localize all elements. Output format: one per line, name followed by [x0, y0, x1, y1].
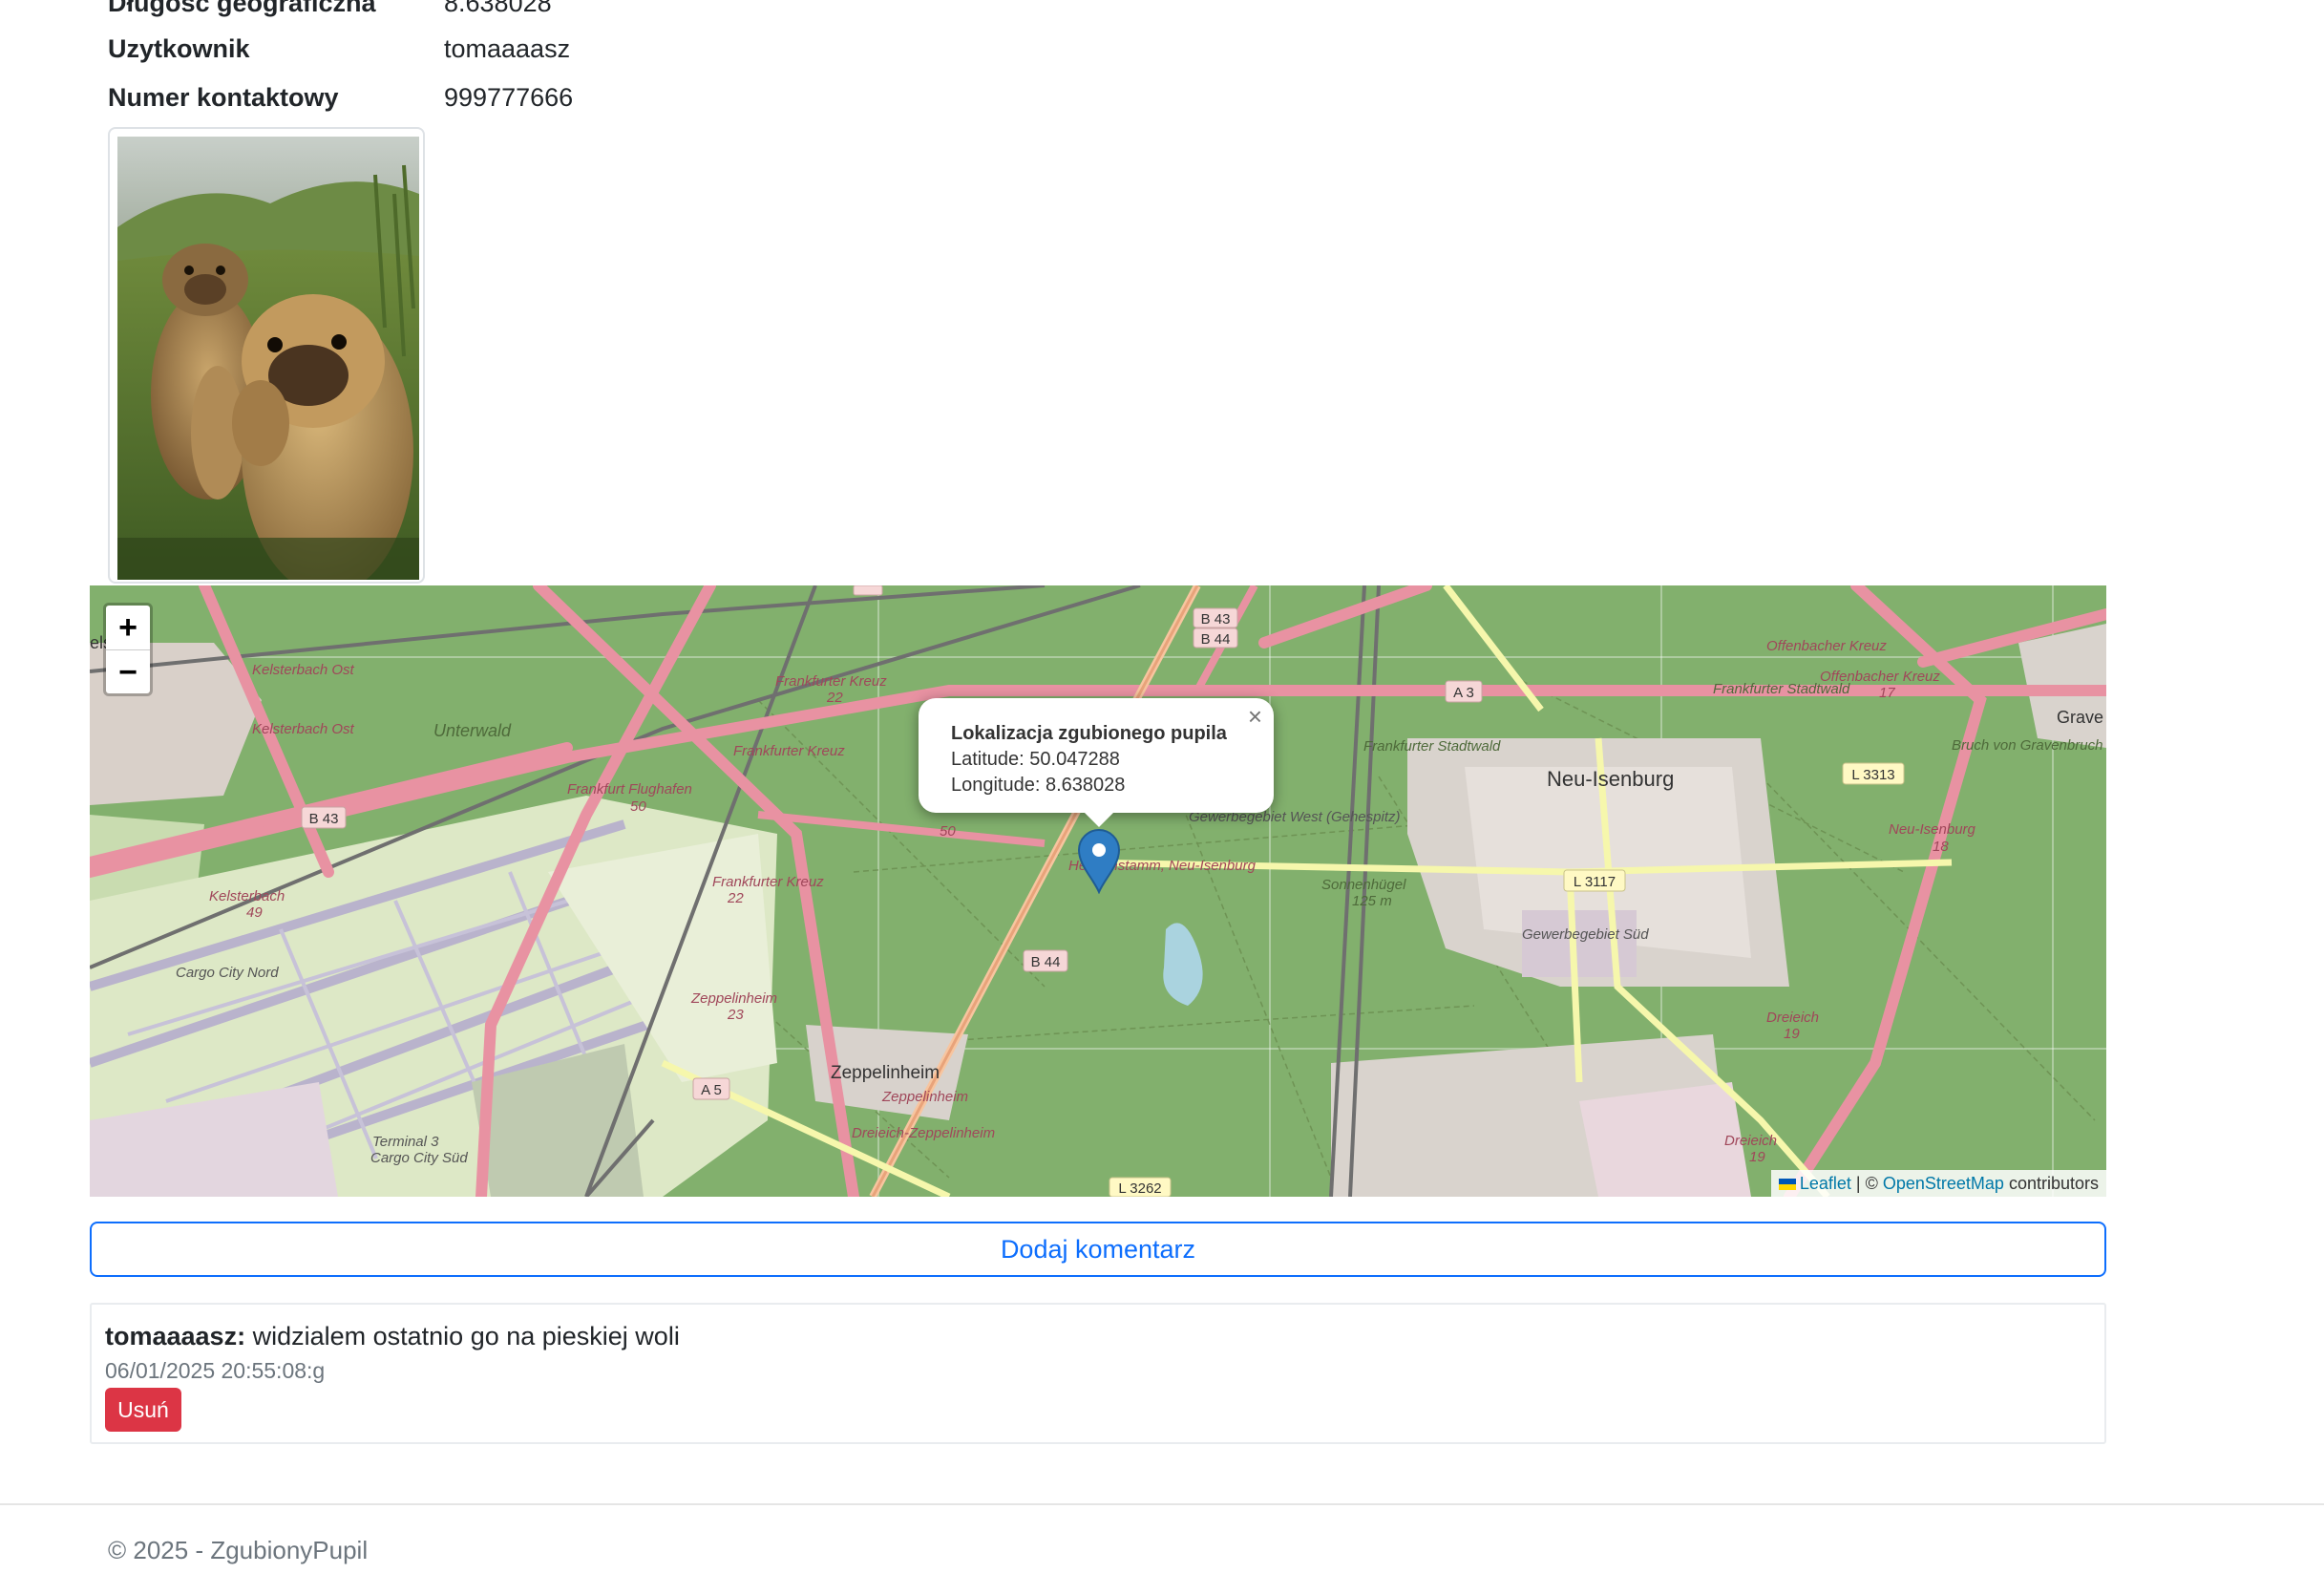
map[interactable]: Kelsterbach Ost Kelsterbach Ost Kelsterb… [90, 585, 2106, 1197]
map-marker-icon[interactable] [1077, 829, 1121, 894]
road-shield: L 3117 [1574, 874, 1616, 890]
footer-text: © 2025 - ZgubionyPupil [108, 1536, 369, 1564]
delete-comment-button[interactable]: Usuń [105, 1388, 181, 1432]
map-label: Kelsterbach [209, 888, 285, 904]
map-label: Grave [2057, 708, 2103, 727]
popup-title: Lokalizacja zgubionego pupila [951, 723, 1227, 744]
map-label: Frankfurter Stadtwald [1363, 738, 1501, 755]
map-label-zeppelinheim: Zeppelinheim [831, 1063, 940, 1083]
map-label: Neu-Isenburg [1889, 821, 1976, 838]
map-label: 49 [246, 904, 263, 921]
openstreetmap-link[interactable]: OpenStreetMap [1883, 1174, 2004, 1193]
map-attribution: Leaflet | © OpenStreetMap contributors [1770, 1170, 2106, 1197]
popup-close-icon[interactable]: × [1248, 704, 1262, 730]
map-label: Offenbacher Kreuz [1766, 638, 1887, 654]
map-label: 19 [1749, 1149, 1765, 1165]
map-label: 18 [1933, 839, 1949, 855]
map-label: Frankfurter Kreuz [733, 743, 845, 759]
map-label: 23 [727, 1007, 744, 1023]
detail-label: Numer kontaktowy [108, 82, 339, 112]
pet-photo [117, 137, 419, 580]
map-label: Frankfurter Stadtwald [1713, 681, 1850, 697]
detail-value: 999777666 [444, 82, 574, 112]
map-label: Zeppelinheim [881, 1089, 968, 1105]
map-label: 125 m [1352, 893, 1392, 909]
map-label: Frankfurter Kreuz [712, 874, 824, 890]
map-label-neu-isenburg: Neu-Isenburg [1547, 767, 1674, 791]
map-popup: × Lokalizacja zgubionego pupila Latitude… [919, 698, 1274, 827]
road-shield: A 3 [1453, 685, 1474, 701]
zoom-in-button[interactable]: + [106, 606, 150, 650]
map-label: 19 [1784, 1026, 1800, 1042]
map-label: Cargo City Süd [370, 1150, 468, 1166]
map-label: Bruch von Gravenbruch [1952, 737, 2102, 754]
zoom-control: + − [103, 603, 153, 696]
detail-label: Długość geograficzna [108, 0, 376, 17]
detail-label: Uzytkownik [108, 33, 250, 63]
map-label: Frankfurter Kreuz [775, 673, 887, 690]
detail-value: 8.638028 [444, 0, 552, 17]
map-label: Sonnenhügel [1321, 877, 1406, 893]
map-label: Cargo City Nord [176, 965, 279, 981]
road-shield: B 44 [1201, 631, 1231, 648]
map-label: Kelsterbach Ost [252, 721, 355, 737]
road-shield: L 3313 [1851, 767, 1894, 783]
map-label: Zeppelinheim [690, 990, 777, 1007]
comment-author: tomaaaasz: [105, 1322, 246, 1350]
road-shield: B 43 [309, 811, 339, 827]
map-label: Terminal 3 [372, 1134, 439, 1150]
comment-item: tomaaaasz: widzialem ostatnio go na pies… [90, 1303, 2106, 1444]
map-label: 50 [940, 823, 956, 840]
popup-longitude: Longitude: 8.638028 [951, 775, 1126, 796]
leaflet-link[interactable]: Leaflet [1800, 1174, 1851, 1193]
map-label: Unterwald [433, 721, 512, 740]
attribution-contributors: contributors [2008, 1174, 2099, 1193]
map-label: 22 [826, 690, 843, 706]
popup-latitude: Latitude: 50.047288 [951, 749, 1120, 770]
zoom-out-button[interactable]: − [106, 650, 150, 694]
road-shield: B 44 [1031, 954, 1061, 970]
map-label: 17 [1879, 685, 1895, 701]
map-label: Kelsterbach Ost [252, 662, 355, 678]
footer-divider [0, 1503, 2324, 1505]
map-label: Dreieich [1766, 1010, 1819, 1026]
detail-value: tomaaaasz [444, 33, 571, 63]
comment-text: widzialem ostatnio go na pieskiej woli [252, 1322, 680, 1350]
map-label: Dreieich-Zeppelinheim [852, 1125, 995, 1141]
comment-date: 06/01/2025 20:55:08:g [105, 1358, 326, 1383]
map-label: Dreieich [1724, 1133, 1777, 1149]
attribution-separator: | © [1855, 1174, 1878, 1193]
road-shield: B 43 [1201, 611, 1231, 627]
map-label: Frankfurt Flughafen [567, 781, 692, 798]
comment-line: tomaaaasz: widzialem ostatnio go na pies… [105, 1322, 680, 1351]
map-label: 50 [630, 798, 646, 815]
ukraine-flag-icon [1778, 1179, 1796, 1191]
map-label: 22 [727, 890, 744, 906]
add-comment-button[interactable]: Dodaj komentarz [90, 1222, 2106, 1277]
road-shield: L 3262 [1118, 1180, 1161, 1197]
map-label: Gewerbegebiet Süd [1522, 926, 1649, 943]
pet-photo-frame [108, 127, 425, 584]
road-shield: A 5 [701, 1082, 722, 1098]
